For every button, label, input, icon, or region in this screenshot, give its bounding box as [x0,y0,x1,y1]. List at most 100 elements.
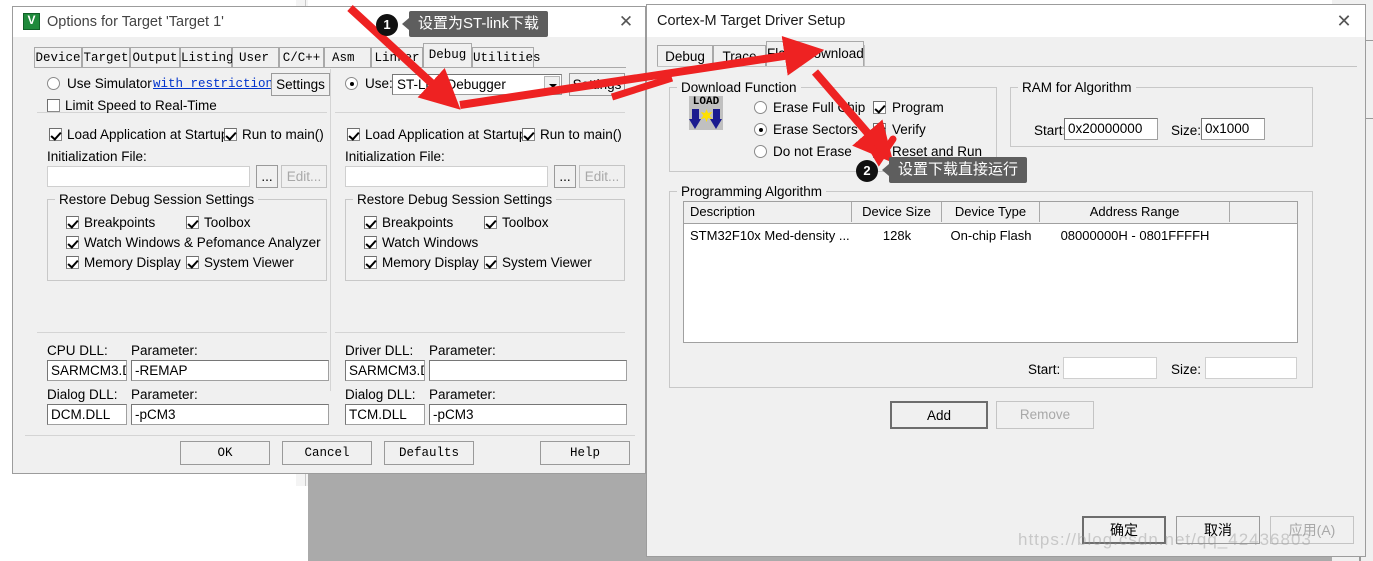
driver-tabstrip-underline [657,66,1357,67]
ram-start-input[interactable]: 0x20000000 [1064,118,1158,140]
algo-size-label: Size: [1171,362,1202,377]
right-init-file-input[interactable] [345,166,548,187]
right-dialog-param-input[interactable]: -pCM3 [429,404,627,425]
tab-listing[interactable]: Listing [180,47,234,68]
right-check-breakpoints[interactable] [364,216,377,229]
left-edit-button[interactable]: Edit... [281,165,327,188]
tab-debug[interactable]: Debug [657,45,713,67]
tab-cpp[interactable]: C/C++ [279,47,324,68]
left-browse-button[interactable]: ... [256,165,278,188]
debugger-select[interactable]: ST-Link Debugger [392,74,562,95]
checkbox-program[interactable] [873,101,886,114]
with-restrictions-link[interactable]: with restrictions [153,77,281,91]
label-do-not-erase: Do not Erase [773,144,852,159]
debugger-select-value: ST-Link Debugger [397,77,506,92]
column-description[interactable]: Description [684,202,852,222]
right-dialog-dll-input[interactable]: TCM.DLL [345,404,425,425]
left-mid-rule [37,332,327,333]
debugger-settings-button[interactable]: Settings [569,73,625,96]
driver-close-icon[interactable]: ✕ [1329,10,1359,32]
checkbox-verify[interactable] [873,123,886,136]
tab-target[interactable]: Target [82,47,130,68]
help-button[interactable]: Help [540,441,630,465]
close-icon[interactable]: ✕ [611,11,641,33]
left-check-breakpoints[interactable] [66,216,79,229]
right-run-to-main-checkbox[interactable] [522,128,535,141]
cpu-dll-input[interactable]: SARMCM3.DLL [47,360,127,381]
left-init-file-input[interactable] [47,166,250,187]
radio-use-debugger[interactable] [345,77,358,90]
left-run-to-main-checkbox[interactable] [224,128,237,141]
right-load-app-checkbox[interactable] [347,128,360,141]
left-check-system-viewer[interactable] [186,256,199,269]
ok-button[interactable]: OK [180,441,270,465]
tab-trace[interactable]: Trace [713,45,766,67]
tab-utilities[interactable]: Utilities [472,47,541,68]
remove-button[interactable]: Remove [996,401,1094,429]
left-label-system-viewer: System Viewer [204,255,294,270]
label-verify: Verify [892,122,926,137]
options-for-target-dialog: Options for Target 'Target 1' ✕ Device T… [12,6,646,474]
cpu-param-input[interactable]: -REMAP [131,360,329,381]
left-load-app-checkbox[interactable] [49,128,62,141]
tab-debug[interactable]: Debug [423,43,472,68]
left-check-memory-display[interactable] [66,256,79,269]
right-check-memory-display[interactable] [364,256,377,269]
radio-erase-sectors[interactable] [754,123,767,136]
options-dialog-titlebar[interactable]: Options for Target 'Target 1' ✕ [13,7,645,37]
tab-linker[interactable]: Linker [371,47,423,68]
tab-output[interactable]: Output [130,47,180,68]
left-check-watch-windows[interactable] [66,236,79,249]
left-check-toolbox[interactable] [186,216,199,229]
right-label-watch-windows: Watch Windows [382,235,479,250]
left-dialog-param-input[interactable]: -pCM3 [131,404,329,425]
right-edit-button[interactable]: Edit... [579,165,625,188]
right-run-to-main-label: Run to main() [540,127,622,142]
right-mid-rule [335,332,625,333]
driver-dialog-title: Cortex-M Target Driver Setup [657,13,846,29]
driver-param-input[interactable] [429,360,627,381]
left-dialog-dll-input[interactable]: DCM.DLL [47,404,127,425]
tab-user[interactable]: User [232,47,279,68]
right-label-system-viewer: System Viewer [502,255,592,270]
panel-divider [330,69,331,391]
right-check-watch-windows[interactable] [364,236,377,249]
algo-size-input[interactable] [1205,357,1297,379]
radio-erase-full-chip[interactable] [754,101,767,114]
options-dialog-tabstrip: Device Target Output Listing User C/C++ … [13,43,647,68]
tab-asm[interactable]: Asm [324,47,371,68]
driver-dll-input[interactable]: SARMCM3.DLL [345,360,425,381]
cell-device-size: 128k [882,228,912,243]
column-device-size[interactable]: Device Size [852,202,942,222]
left-run-to-main-label: Run to main() [242,127,324,142]
simulator-settings-button[interactable]: Settings [271,73,330,96]
column-extra[interactable] [1230,202,1297,222]
tab-device[interactable]: Device [34,47,82,68]
column-device-type[interactable]: Device Type [942,202,1040,222]
watermark: https://blog.csdn.net/qq_42436803 [1018,530,1312,549]
chevron-down-icon[interactable] [544,76,560,93]
algo-start-input[interactable] [1063,357,1157,379]
right-check-system-viewer[interactable] [484,256,497,269]
limit-speed-checkbox[interactable] [47,99,60,112]
right-dialog-param-label: Parameter: [429,387,496,402]
defaults-button[interactable]: Defaults [384,441,474,465]
right-label-breakpoints: Breakpoints [382,215,454,230]
driver-dialog-titlebar[interactable]: Cortex-M Target Driver Setup ✕ [647,5,1365,37]
label-erase-sectors: Erase Sectors [773,122,858,137]
checkbox-reset-and-run[interactable] [873,145,886,158]
ram-size-input[interactable]: 0x1000 [1201,118,1265,140]
programming-algorithm-table[interactable]: Description Device Size Device Type Addr… [683,201,1298,343]
tab-flash-download[interactable]: Flash Download [766,41,864,67]
right-load-app-label: Load Application at Startup [365,127,527,142]
right-check-toolbox[interactable] [484,216,497,229]
radio-do-not-erase[interactable] [754,145,767,158]
right-browse-button[interactable]: ... [554,165,576,188]
cancel-button[interactable]: Cancel [282,441,372,465]
add-button[interactable]: Add [890,401,988,429]
left-label-memory-display: Memory Display [84,255,181,270]
radio-use-simulator[interactable] [47,77,60,90]
left-dialog-dll-label: Dialog DLL: [47,387,118,402]
left-dialog-param-label: Parameter: [131,387,198,402]
column-address-range[interactable]: Address Range [1040,202,1230,222]
